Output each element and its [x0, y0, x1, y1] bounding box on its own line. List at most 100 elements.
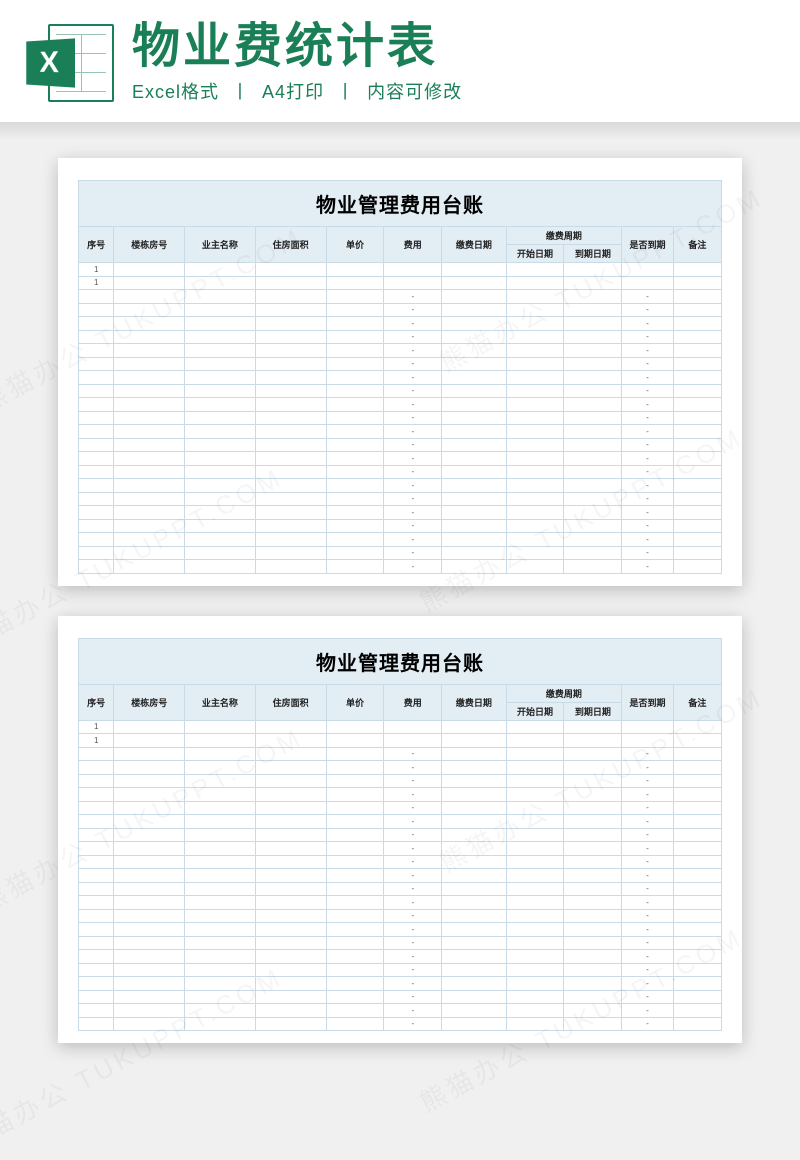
cell-seq[interactable] — [79, 533, 114, 547]
cell-due[interactable]: - — [622, 330, 673, 344]
cell-seq[interactable] — [79, 303, 114, 317]
cell-start[interactable] — [506, 398, 564, 412]
cell-end[interactable] — [564, 344, 622, 358]
cell-due[interactable] — [622, 263, 673, 277]
cell-area[interactable] — [255, 720, 326, 734]
cell-owner[interactable] — [185, 990, 256, 1004]
cell-owner[interactable] — [185, 788, 256, 802]
cell-end[interactable] — [564, 828, 622, 842]
cell-seq[interactable] — [79, 546, 114, 560]
cell-fee[interactable]: - — [384, 977, 442, 991]
cell-paydate[interactable] — [442, 734, 506, 748]
cell-price[interactable] — [326, 533, 384, 547]
cell-paydate[interactable] — [442, 977, 506, 991]
cell-area[interactable] — [255, 896, 326, 910]
cell-fee[interactable]: - — [384, 950, 442, 964]
cell-price[interactable] — [326, 330, 384, 344]
cell-price[interactable] — [326, 425, 384, 439]
cell-due[interactable]: - — [622, 519, 673, 533]
cell-fee[interactable]: - — [384, 815, 442, 829]
cell-start[interactable] — [506, 560, 564, 574]
cell-room[interactable] — [114, 371, 185, 385]
cell-note[interactable] — [673, 560, 721, 574]
cell-end[interactable] — [564, 761, 622, 775]
cell-owner[interactable] — [185, 842, 256, 856]
cell-due[interactable]: - — [622, 290, 673, 304]
cell-owner[interactable] — [185, 923, 256, 937]
cell-area[interactable] — [255, 330, 326, 344]
cell-area[interactable] — [255, 747, 326, 761]
cell-note[interactable] — [673, 546, 721, 560]
cell-paydate[interactable] — [442, 546, 506, 560]
cell-room[interactable] — [114, 398, 185, 412]
cell-paydate[interactable] — [442, 828, 506, 842]
cell-due[interactable] — [622, 720, 673, 734]
cell-start[interactable] — [506, 774, 564, 788]
cell-paydate[interactable] — [442, 330, 506, 344]
cell-start[interactable] — [506, 950, 564, 964]
cell-area[interactable] — [255, 560, 326, 574]
cell-area[interactable] — [255, 882, 326, 896]
cell-start[interactable] — [506, 936, 564, 950]
cell-price[interactable] — [326, 384, 384, 398]
cell-fee[interactable]: - — [384, 923, 442, 937]
cell-fee[interactable] — [384, 276, 442, 290]
cell-owner[interactable] — [185, 909, 256, 923]
cell-area[interactable] — [255, 479, 326, 493]
cell-note[interactable] — [673, 438, 721, 452]
cell-area[interactable] — [255, 761, 326, 775]
cell-fee[interactable]: - — [384, 560, 442, 574]
cell-fee[interactable] — [384, 720, 442, 734]
cell-seq[interactable] — [79, 344, 114, 358]
cell-owner[interactable] — [185, 384, 256, 398]
cell-note[interactable] — [673, 815, 721, 829]
cell-room[interactable] — [114, 720, 185, 734]
cell-area[interactable] — [255, 855, 326, 869]
cell-fee[interactable]: - — [384, 344, 442, 358]
cell-area[interactable] — [255, 936, 326, 950]
cell-room[interactable] — [114, 290, 185, 304]
cell-price[interactable] — [326, 909, 384, 923]
cell-seq[interactable] — [79, 774, 114, 788]
cell-note[interactable] — [673, 734, 721, 748]
cell-start[interactable] — [506, 371, 564, 385]
cell-start[interactable] — [506, 882, 564, 896]
cell-end[interactable] — [564, 438, 622, 452]
cell-price[interactable] — [326, 734, 384, 748]
cell-room[interactable] — [114, 936, 185, 950]
cell-price[interactable] — [326, 950, 384, 964]
cell-due[interactable]: - — [622, 963, 673, 977]
cell-area[interactable] — [255, 290, 326, 304]
cell-paydate[interactable] — [442, 425, 506, 439]
cell-paydate[interactable] — [442, 371, 506, 385]
cell-note[interactable] — [673, 855, 721, 869]
cell-fee[interactable]: - — [384, 869, 442, 883]
cell-price[interactable] — [326, 344, 384, 358]
cell-note[interactable] — [673, 950, 721, 964]
cell-seq[interactable] — [79, 560, 114, 574]
cell-owner[interactable] — [185, 357, 256, 371]
cell-room[interactable] — [114, 276, 185, 290]
cell-note[interactable] — [673, 519, 721, 533]
cell-fee[interactable]: - — [384, 357, 442, 371]
cell-due[interactable]: - — [622, 479, 673, 493]
cell-start[interactable] — [506, 465, 564, 479]
cell-room[interactable] — [114, 317, 185, 331]
cell-note[interactable] — [673, 276, 721, 290]
cell-owner[interactable] — [185, 371, 256, 385]
cell-note[interactable] — [673, 747, 721, 761]
cell-area[interactable] — [255, 977, 326, 991]
cell-note[interactable] — [673, 533, 721, 547]
cell-note[interactable] — [673, 263, 721, 277]
cell-price[interactable] — [326, 990, 384, 1004]
cell-area[interactable] — [255, 1004, 326, 1018]
cell-seq[interactable] — [79, 357, 114, 371]
cell-room[interactable] — [114, 734, 185, 748]
cell-start[interactable] — [506, 963, 564, 977]
cell-owner[interactable] — [185, 519, 256, 533]
cell-area[interactable] — [255, 734, 326, 748]
cell-end[interactable] — [564, 290, 622, 304]
cell-due[interactable]: - — [622, 896, 673, 910]
cell-paydate[interactable] — [442, 815, 506, 829]
cell-room[interactable] — [114, 344, 185, 358]
